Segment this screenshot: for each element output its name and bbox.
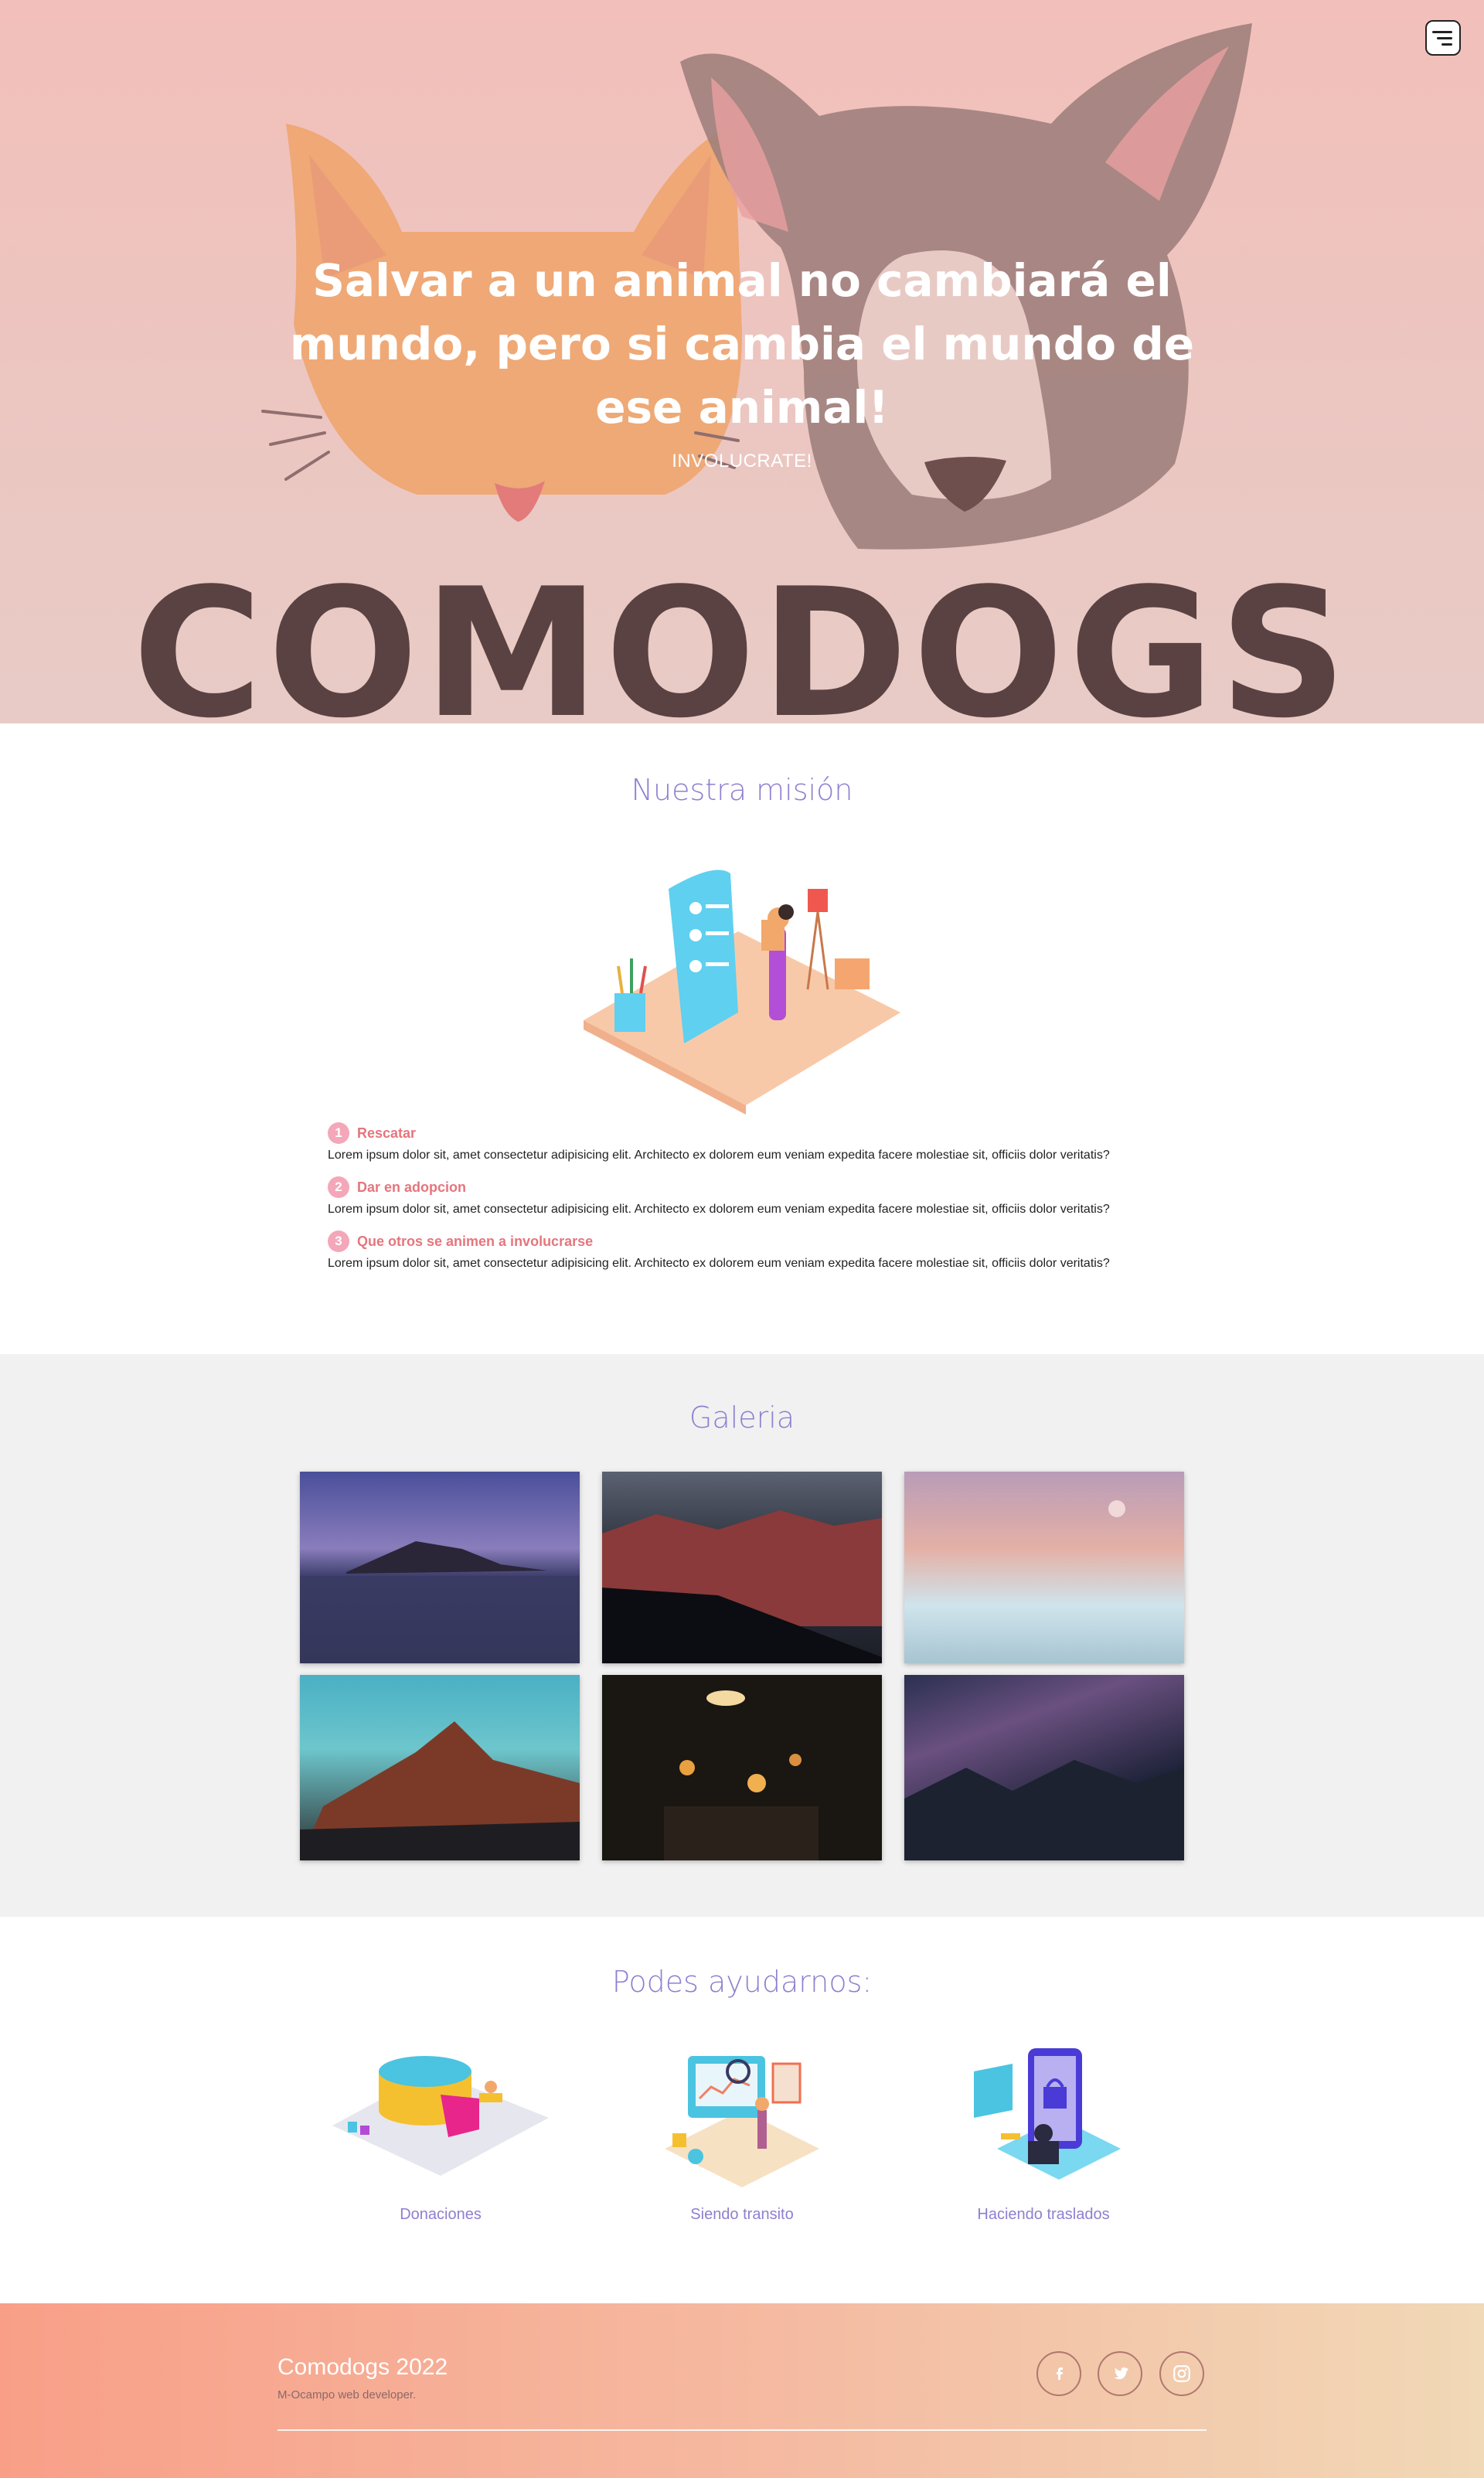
step-number: 3	[328, 1230, 349, 1252]
step-number: 1	[328, 1122, 349, 1144]
dashboard-illustration-icon	[665, 2056, 819, 2187]
footer-divider	[277, 2429, 1207, 2431]
facebook-icon	[1057, 2367, 1063, 2380]
gallery-image-sunset-peak[interactable]	[300, 1675, 580, 1860]
step-title: Rescatar	[357, 1125, 417, 1141]
menu-button[interactable]	[1425, 20, 1461, 56]
step-title: Dar en adopcion	[357, 1179, 467, 1195]
mission-title: Nuestra misión	[631, 773, 853, 807]
svg-text:COMODOGS: COMODOGS	[132, 551, 1352, 723]
help-item-traslados[interactable]: Haciendo traslados	[928, 2041, 1159, 2224]
mission-illustration	[584, 870, 900, 1115]
gallery-image-milky-way[interactable]	[904, 1675, 1184, 1860]
footer-subtitle: M-Ocampo web developer.	[277, 2388, 417, 2401]
footer: Comodogs 2022 M-Ocampo web developer.	[0, 2303, 1484, 2478]
help-item-transito[interactable]: Siendo transito	[626, 2041, 858, 2224]
menu-icon	[1432, 31, 1452, 33]
twitter-button[interactable]	[1098, 2351, 1142, 2396]
list-item: 2 Dar en adopcion Lorem ipsum dolor sit,…	[328, 1176, 1178, 1217]
help-label-donaciones: Donaciones	[400, 2206, 482, 2223]
pie-chart-icon	[332, 2056, 549, 2176]
list-item: 3 Que otros se animen a involucrarse Lor…	[328, 1230, 1178, 1271]
help-title: Podes ayudarnos:	[611, 1965, 873, 1999]
mission-steps: 1 Rescatar Lorem ipsum dolor sit, amet c…	[328, 1122, 1178, 1285]
help-label-transito: Siendo transito	[690, 2206, 794, 2223]
menu-icon-line	[1437, 37, 1452, 39]
instagram-icon	[1173, 2365, 1190, 2382]
secure-folder-icon	[974, 2048, 1121, 2180]
gallery-section: Galeria	[0, 1354, 1484, 1917]
hero-section: COMODOGS Salvar a un animal no cambiará …	[0, 0, 1484, 723]
hero-title: Salvar a un animal no cambiará el mundo,…	[289, 254, 1195, 434]
gallery-image-cafe[interactable]	[602, 1675, 882, 1860]
gallery-image-dunes[interactable]	[904, 1472, 1184, 1663]
gallery-title: Galeria	[689, 1401, 795, 1435]
gallery-image-lake-mountain[interactable]	[300, 1472, 580, 1663]
facebook-button[interactable]	[1036, 2351, 1081, 2396]
help-item-donaciones[interactable]: Donaciones	[325, 2041, 556, 2224]
step-text: Lorem ipsum dolor sit, amet consectetur …	[328, 1257, 1110, 1270]
help-label-traslados: Haciendo traslados	[977, 2206, 1110, 2223]
involucrate-link[interactable]: INVOLUCRATE!	[0, 451, 1484, 472]
instagram-button[interactable]	[1159, 2351, 1204, 2396]
list-item: 1 Rescatar Lorem ipsum dolor sit, amet c…	[328, 1122, 1178, 1162]
step-number: 2	[328, 1176, 349, 1198]
twitter-icon	[1114, 2367, 1128, 2380]
step-title: Que otros se animen a involucrarse	[357, 1233, 594, 1249]
menu-icon-line	[1441, 43, 1452, 46]
step-text: Lorem ipsum dolor sit, amet consectetur …	[328, 1203, 1110, 1216]
gallery-image-red-mountains[interactable]	[602, 1472, 882, 1663]
footer-title: Comodogs 2022	[277, 2354, 448, 2380]
step-text: Lorem ipsum dolor sit, amet consectetur …	[328, 1149, 1110, 1162]
